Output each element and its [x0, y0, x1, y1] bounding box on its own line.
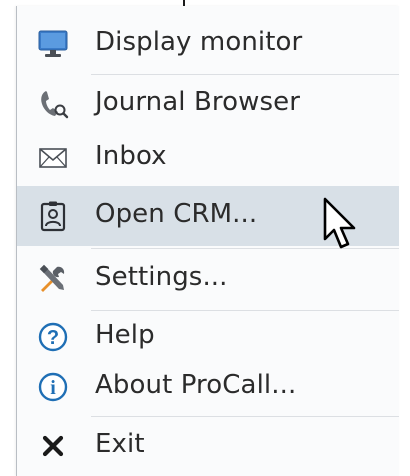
svg-text:i: i — [50, 377, 56, 399]
menu-item-exit[interactable]: Exit — [17, 418, 399, 474]
menu-item-settings[interactable]: Settings... — [17, 250, 399, 308]
menu-item-journal-browser[interactable]: Journal Browser — [17, 76, 399, 132]
menu-item-label: Settings... — [95, 262, 228, 292]
menu-item-label: Display monitor — [95, 27, 303, 57]
menu-separator — [91, 416, 399, 417]
info-icon: i — [37, 371, 69, 403]
mouse-pointer-icon — [323, 197, 356, 249]
menu-item-label: Exit — [95, 429, 145, 459]
menu-separator — [91, 310, 399, 311]
menu-item-display-monitor[interactable]: Display monitor — [17, 16, 399, 72]
help-icon: ? — [37, 321, 69, 353]
menu-item-help[interactable]: ? Help — [17, 312, 399, 362]
menu-item-label: Inbox — [95, 141, 167, 171]
menu-item-inbox[interactable]: Inbox — [17, 132, 399, 184]
menu-item-label: Journal Browser — [95, 87, 301, 117]
menu-item-label: Open CRM... — [95, 199, 258, 229]
tools-icon — [37, 263, 69, 295]
menu-separator — [91, 74, 399, 75]
menu-item-label: Help — [95, 320, 155, 350]
phone-search-icon — [37, 88, 69, 120]
id-badge-icon — [37, 200, 69, 232]
close-icon — [37, 430, 69, 462]
svg-text:?: ? — [47, 327, 59, 349]
menu-item-about[interactable]: i About ProCall... — [17, 362, 399, 412]
screenshot: Display monitor Journal Browser Inbox Op… — [0, 0, 410, 476]
menu-item-label: About ProCall... — [95, 370, 297, 400]
monitor-icon — [37, 28, 69, 60]
envelope-icon — [37, 142, 69, 174]
